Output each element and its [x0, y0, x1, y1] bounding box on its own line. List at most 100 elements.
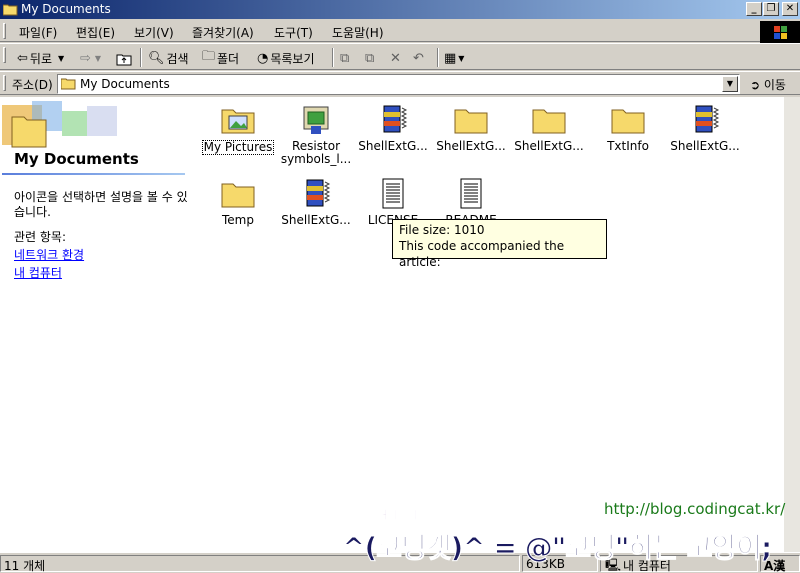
- search-icon: 🔍︎: [148, 50, 165, 66]
- toolbar-grip[interactable]: [3, 47, 6, 63]
- address-grip[interactable]: [3, 75, 6, 91]
- compressed-archive-icon: [688, 104, 722, 138]
- history-button[interactable]: ◔ 목록보기: [257, 48, 315, 68]
- file-name: TxtInfo: [607, 139, 649, 153]
- file-name: My Pictures: [201, 140, 275, 155]
- forward-arrow-icon: ⇨: [80, 50, 91, 66]
- my-computer-link[interactable]: 내 컴퓨터: [14, 264, 62, 281]
- move-to-icon: ⧉: [340, 50, 350, 66]
- search-label: 검색: [166, 51, 189, 66]
- picture-folder-icon: [221, 104, 255, 138]
- address-dropdown-button[interactable]: ▼: [722, 76, 738, 92]
- address-value: My Documents: [80, 77, 170, 91]
- file-item[interactable]: ShellExtG...: [509, 104, 589, 153]
- pane-divider: [2, 173, 185, 175]
- compressed-archive-icon: [299, 178, 333, 212]
- file-tooltip: File size: 1010 This code accompanied th…: [392, 219, 607, 269]
- folder-banner-icon: [2, 101, 117, 148]
- file-name: Temp: [222, 213, 254, 227]
- window-title: My Documents: [21, 2, 111, 16]
- file-item[interactable]: ShellExtG...: [276, 178, 356, 227]
- up-folder-icon: [116, 54, 132, 65]
- close-button[interactable]: ✕: [782, 2, 798, 16]
- tooltip-description: This code accompanied the article:: [399, 239, 565, 269]
- menu-grip[interactable]: [3, 23, 6, 39]
- up-folder-button[interactable]: [116, 48, 133, 68]
- views-dropdown-icon[interactable]: ▼: [458, 54, 464, 63]
- file-name: ShellExtG...: [514, 139, 584, 153]
- file-item[interactable]: ShellExtG...: [665, 104, 745, 153]
- address-bar: 주소(D) My Documents ▼ ➲ 이동: [0, 71, 800, 95]
- forward-dropdown-icon[interactable]: ▼: [95, 54, 101, 63]
- folder-icon: [61, 78, 76, 90]
- file-name: ShellExtG...: [436, 139, 506, 153]
- file-item[interactable]: Resistor symbols_l...: [276, 104, 356, 166]
- menu-favorites[interactable]: 즐겨찾기(A): [192, 24, 254, 41]
- delete-button[interactable]: ✕: [390, 48, 401, 68]
- folders-label: 폴더: [217, 51, 240, 66]
- file-name: ShellExtG...: [670, 139, 740, 153]
- minimize-button[interactable]: _: [746, 2, 762, 16]
- back-arrow-icon: ⇦: [17, 50, 28, 66]
- move-to-button[interactable]: ⧉: [340, 48, 349, 68]
- go-label: 이동: [763, 78, 786, 92]
- forward-button[interactable]: ⇨ ▼: [80, 48, 101, 68]
- folder-icon: [3, 4, 18, 16]
- file-item[interactable]: My Pictures: [198, 104, 278, 155]
- copy-to-icon: ⧉: [365, 50, 375, 66]
- related-label: 관련 항목:: [14, 230, 67, 244]
- file-name: ShellExtG...: [281, 213, 351, 227]
- watermark-text: ^(코딩캣)^ = @"코딩"하는 고양이;: [341, 531, 772, 565]
- file-item[interactable]: TxtInfo: [588, 104, 668, 153]
- title-bar[interactable]: My Documents _ ❐ ✕: [0, 0, 800, 19]
- menu-view[interactable]: 보기(V): [134, 24, 174, 41]
- go-arrow-icon: ➲: [750, 78, 761, 92]
- windows-logo-icon: [760, 21, 800, 43]
- network-link[interactable]: 네트워크 환경: [14, 246, 84, 263]
- address-input[interactable]: My Documents ▼: [57, 74, 740, 94]
- tooltip-size: File size: 1010: [399, 223, 485, 237]
- text-document-icon: [376, 178, 410, 212]
- folders-button[interactable]: 🗀 폴더: [202, 48, 239, 68]
- copy-to-button[interactable]: ⧉: [365, 48, 374, 68]
- history-icon: ◔: [257, 50, 269, 66]
- toolbar-separator: [332, 48, 334, 67]
- undo-button[interactable]: ↶: [413, 48, 424, 68]
- menu-help[interactable]: 도움말(H): [332, 24, 384, 41]
- delete-icon: ✕: [390, 50, 401, 66]
- back-label: 뒤로: [29, 51, 52, 66]
- file-item[interactable]: ShellExtG...: [353, 104, 433, 153]
- toolbar-separator: [437, 48, 439, 67]
- views-button[interactable]: ▦ ▼: [444, 48, 464, 68]
- back-dropdown-icon[interactable]: ▼: [58, 54, 64, 63]
- standard-toolbar: ⇦ 뒤로 ▼ ⇨ ▼ 🔍︎ 검색 🗀 폴더 ◔ 목록보기 ⧉ ⧉ ✕ ↶ ▦ ▼: [0, 43, 800, 70]
- pane-title: My Documents: [14, 150, 139, 168]
- views-icon: ▦: [444, 50, 457, 66]
- undo-icon: ↶: [413, 50, 424, 66]
- folder-icon: [454, 104, 488, 138]
- text-document-icon: [454, 178, 488, 212]
- go-button[interactable]: ➲ 이동: [750, 76, 786, 93]
- menu-file[interactable]: 파일(F): [19, 24, 57, 41]
- setup-program-icon: [299, 104, 333, 138]
- toolbar-separator: [140, 48, 142, 67]
- watermark-url: http://blog.codingcat.kr/: [604, 500, 786, 518]
- maximize-button[interactable]: ❐: [763, 2, 779, 16]
- file-item[interactable]: ShellExtG...: [431, 104, 511, 153]
- folder-tree-icon: 🗀: [202, 49, 216, 64]
- folder-icon: [611, 104, 645, 138]
- compressed-archive-icon: [376, 104, 410, 138]
- folder-icon: [532, 104, 566, 138]
- menu-bar: 파일(F) 편집(E) 보기(V) 즐겨찾기(A) 도구(T) 도움말(H): [0, 20, 800, 42]
- file-item[interactable]: Temp: [198, 178, 278, 227]
- history-label: 목록보기: [270, 51, 315, 66]
- back-button[interactable]: ⇦ 뒤로 ▼: [17, 48, 64, 68]
- folder-icon: [221, 178, 255, 212]
- file-name: Resistor symbols_l...: [280, 139, 352, 166]
- menu-tools[interactable]: 도구(T): [274, 24, 313, 41]
- vertical-scrollbar[interactable]: [784, 97, 800, 552]
- menu-edit[interactable]: 편집(E): [76, 24, 115, 41]
- web-view-pane: My Documents 아이콘을 선택하면 설명을 볼 수 있습니다. 관련 …: [0, 97, 190, 552]
- folder-view[interactable]: My Documents 아이콘을 선택하면 설명을 볼 수 있습니다. 관련 …: [0, 97, 800, 552]
- search-button[interactable]: 🔍︎ 검색: [148, 48, 189, 68]
